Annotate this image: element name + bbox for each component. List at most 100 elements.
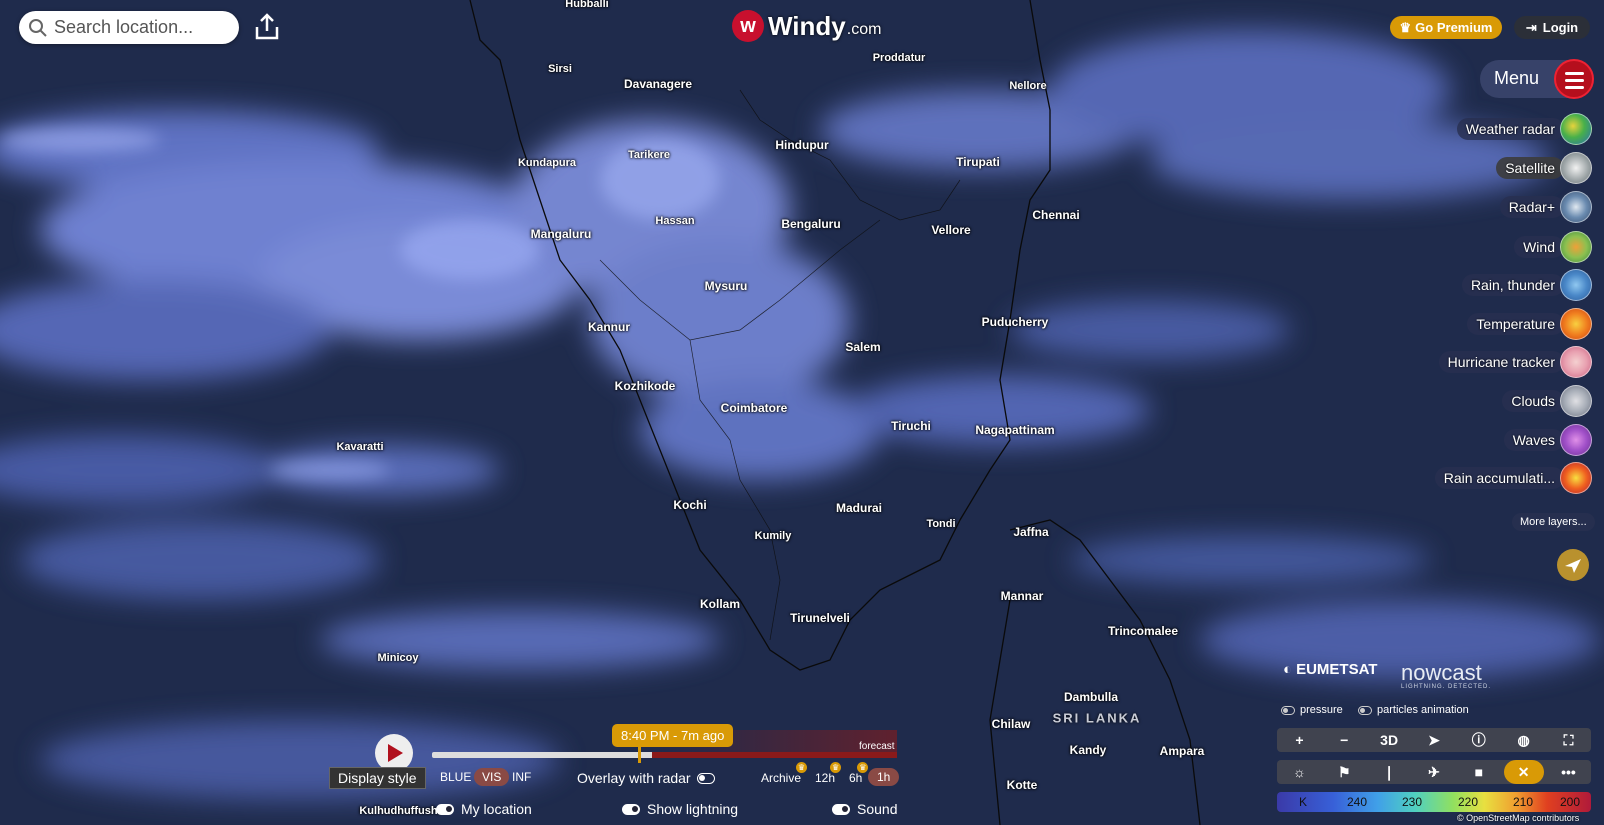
city-label[interactable]: Proddatur xyxy=(873,52,926,64)
city-label[interactable]: Minicoy xyxy=(378,652,419,664)
city-label[interactable]: Chennai xyxy=(1032,208,1079,222)
city-label[interactable]: Nellore xyxy=(1009,80,1046,92)
thermometer-icon[interactable]: ❘ xyxy=(1369,760,1409,784)
layer-temperature[interactable]: Temperature xyxy=(1467,307,1592,341)
city-label[interactable]: Kumily xyxy=(755,530,792,542)
city-label[interactable]: Ampara xyxy=(1160,744,1205,758)
city-label[interactable]: Kundapura xyxy=(518,157,576,169)
city-label[interactable]: Bengaluru xyxy=(781,217,840,231)
city-label[interactable]: Mysuru xyxy=(705,279,748,293)
timeline-handle[interactable] xyxy=(638,747,641,763)
city-label[interactable]: Coimbatore xyxy=(721,401,788,415)
close-icon[interactable]: ✕ xyxy=(1503,760,1544,784)
display-style-button[interactable]: Display style xyxy=(329,767,426,789)
mode-vis[interactable]: VIS xyxy=(474,768,510,786)
crown-icon: ♛ xyxy=(796,762,808,773)
city-label[interactable]: Sirsi xyxy=(548,63,572,75)
city-label[interactable]: Kotte xyxy=(1007,778,1038,792)
city-label[interactable]: Kannur xyxy=(588,320,630,334)
layer-wind[interactable]: Wind xyxy=(1514,230,1592,264)
locate-icon[interactable]: ➤ xyxy=(1414,728,1454,752)
city-label[interactable]: Jaffna xyxy=(1013,525,1048,539)
current-time-chip[interactable]: 8:40 PM - 7m ago xyxy=(612,724,734,747)
city-label[interactable]: Vellore xyxy=(931,223,970,237)
layer-waves[interactable]: Waves xyxy=(1503,423,1592,457)
sound-toggle[interactable]: Sound xyxy=(832,801,897,817)
go-premium-button[interactable]: ♛ Go Premium xyxy=(1390,16,1502,39)
interval-1h[interactable]: 1h xyxy=(868,768,900,786)
city-label[interactable]: Kollam xyxy=(700,597,740,611)
city-label[interactable]: Kandy xyxy=(1070,743,1107,757)
interval-label: 12h xyxy=(815,771,836,785)
interval-12h[interactable]: 12h ♛ xyxy=(815,762,842,785)
more-layers-button[interactable]: More layers... xyxy=(1512,513,1595,531)
interval-6h[interactable]: 6h ♛ xyxy=(849,762,869,785)
city-label[interactable]: Madurai xyxy=(836,501,882,515)
search-box[interactable] xyxy=(19,11,239,44)
fullscreen-icon[interactable]: ⛶ xyxy=(1548,728,1588,752)
legend-tick: 220 xyxy=(1457,795,1479,809)
login-label: Login xyxy=(1542,20,1579,35)
airplane-icon[interactable]: ✈ xyxy=(1414,760,1454,784)
hurricane-icon[interactable]: ◍ xyxy=(1504,728,1544,752)
weather-icon[interactable]: ☼ xyxy=(1279,760,1319,784)
archive-button[interactable]: Archive ♛ xyxy=(761,762,808,785)
city-label[interactable]: Mangaluru xyxy=(531,227,592,241)
city-label[interactable]: Nagapattinam xyxy=(975,423,1054,437)
city-label[interactable]: Kozhikode xyxy=(615,379,676,393)
flag-icon[interactable]: ⚑ xyxy=(1324,760,1364,784)
search-input[interactable] xyxy=(52,16,226,39)
city-label[interactable]: Hindupur xyxy=(775,138,828,152)
layer-hurricane-tracker[interactable]: Hurricane tracker xyxy=(1438,345,1592,379)
city-label[interactable]: Tondi xyxy=(926,518,955,530)
particles-animation-toggle[interactable]: particles animation xyxy=(1358,704,1469,716)
mode-inf[interactable]: INF xyxy=(512,770,531,784)
rain-accumulation-icon xyxy=(1560,462,1592,494)
forecast-label: forecast xyxy=(859,741,895,752)
layer-weather-radar[interactable]: Weather radar xyxy=(1456,112,1592,146)
layer-rain-thunder[interactable]: Rain, thunder xyxy=(1461,268,1592,302)
timeline-track[interactable] xyxy=(432,730,897,763)
satellite-map[interactable] xyxy=(0,0,1604,825)
layer-rain-accumulation[interactable]: Rain accumulati... xyxy=(1434,461,1592,495)
zoom-in-button[interactable]: + xyxy=(1279,728,1319,752)
city-label[interactable]: Tarikere xyxy=(628,149,670,161)
layer-radar-plus[interactable]: Radar+ xyxy=(1499,190,1592,224)
eumetsat-logo[interactable]: ◐ EUMETSAT xyxy=(1283,661,1377,678)
city-label[interactable]: Kochi xyxy=(673,498,706,512)
city-label[interactable]: Tirupati xyxy=(956,155,1000,169)
menu-button[interactable]: Menu xyxy=(1480,59,1594,99)
overlay-radar-toggle[interactable]: Overlay with radar xyxy=(577,770,715,786)
city-label[interactable]: Hassan xyxy=(655,215,694,227)
city-label[interactable]: Salem xyxy=(845,340,880,354)
city-label[interactable]: Trincomalee xyxy=(1108,624,1178,638)
3d-button[interactable]: 3D xyxy=(1369,728,1409,752)
pressure-toggle[interactable]: pressure xyxy=(1281,704,1343,716)
layer-label: Satellite xyxy=(1496,157,1564,179)
my-location-toggle[interactable]: My location xyxy=(436,801,532,817)
city-label[interactable]: Chilaw xyxy=(992,717,1031,731)
zoom-out-button[interactable]: − xyxy=(1324,728,1364,752)
webcam-icon[interactable]: ■ xyxy=(1459,760,1499,784)
city-label[interactable]: Hubballi xyxy=(565,0,608,10)
mode-blue[interactable]: BLUE xyxy=(440,770,471,784)
windy-logo[interactable]: w Windy .com xyxy=(732,10,881,42)
airplane-icon[interactable] xyxy=(1557,549,1589,581)
share-icon[interactable] xyxy=(252,12,282,42)
more-button[interactable]: ••• xyxy=(1548,760,1588,784)
info-icon[interactable]: ⓘ xyxy=(1459,728,1499,752)
login-button[interactable]: ⇥ Login xyxy=(1514,16,1590,39)
layer-satellite[interactable]: Satellite xyxy=(1496,151,1592,185)
show-lightning-toggle[interactable]: Show lightning xyxy=(622,801,738,817)
nowcast-logo[interactable]: nowcast LIGHTNING. DETECTED. xyxy=(1401,660,1491,690)
layer-clouds[interactable]: Clouds xyxy=(1502,384,1592,418)
city-label[interactable]: Kulhudhuffushi xyxy=(359,805,440,817)
city-label[interactable]: Dambulla xyxy=(1064,690,1118,704)
osm-attribution[interactable]: © OpenStreetMap contributors xyxy=(1457,813,1579,823)
city-label[interactable]: Tirunelveli xyxy=(790,611,850,625)
city-label[interactable]: Davanagere xyxy=(624,77,692,91)
city-label[interactable]: Mannar xyxy=(1001,589,1044,603)
city-label[interactable]: Puducherry xyxy=(982,315,1049,329)
city-label[interactable]: Kavaratti xyxy=(336,441,383,453)
city-label[interactable]: Tiruchi xyxy=(891,419,931,433)
